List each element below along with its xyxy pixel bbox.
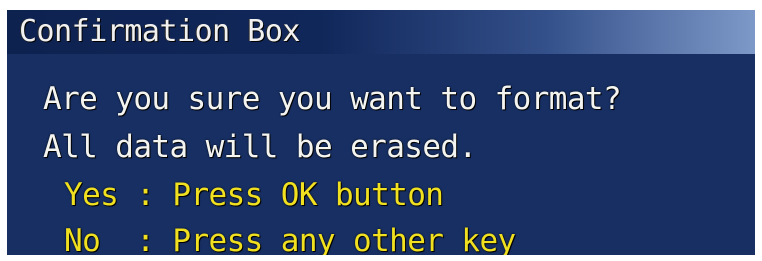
dialog-title-bar: Confirmation Box (7, 10, 755, 54)
confirmation-dialog: Confirmation Box Are you sure you want t… (7, 10, 755, 255)
message-line-2: All data will be erased. (43, 129, 477, 165)
option-yes[interactable]: Yes : Press OK button (64, 177, 444, 213)
option-no[interactable]: No : Press any other key (64, 223, 516, 255)
message-line-1: Are you sure you want to format? (43, 81, 622, 117)
dialog-title: Confirmation Box (19, 14, 300, 49)
